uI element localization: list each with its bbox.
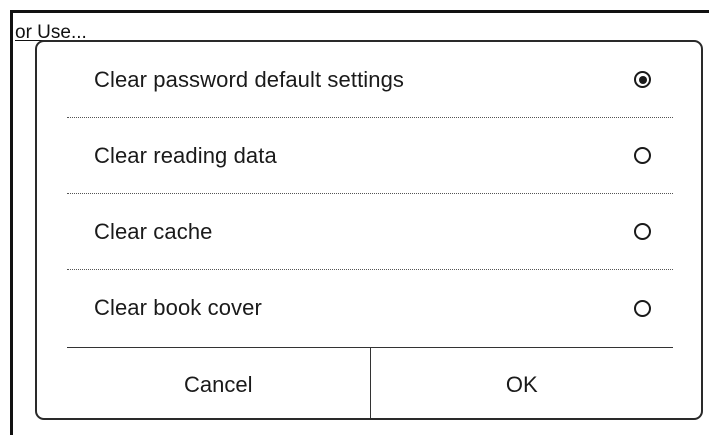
option-label: Clear cache	[94, 218, 213, 244]
option-label: Clear password default settings	[94, 66, 405, 92]
option-clear-book-cover[interactable]: Clear book cover	[67, 270, 673, 346]
radio-button[interactable]	[634, 299, 651, 317]
option-label: Clear reading data	[94, 142, 277, 168]
option-clear-reading-data[interactable]: Clear reading data	[67, 118, 673, 194]
ok-button[interactable]: OK	[371, 348, 674, 418]
option-clear-cache[interactable]: Clear cache	[67, 194, 673, 270]
cancel-button[interactable]: Cancel	[67, 348, 371, 418]
dialog-button-bar: Cancel OK	[67, 347, 674, 418]
option-label: Clear book cover	[94, 295, 262, 320]
clear-data-dialog: Clear password default settings Clear re…	[35, 40, 703, 420]
radio-button[interactable]	[634, 223, 651, 240]
option-clear-password-settings[interactable]: Clear password default settings	[67, 42, 673, 118]
radio-button[interactable]	[634, 147, 651, 164]
radio-button-selected[interactable]	[634, 71, 651, 88]
